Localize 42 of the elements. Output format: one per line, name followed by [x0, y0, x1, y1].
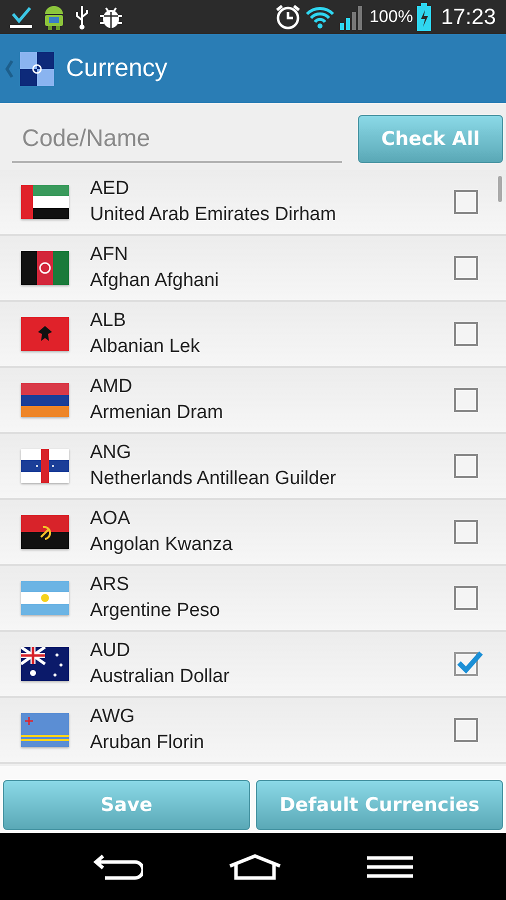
flag-icon	[21, 251, 69, 285]
flag-icon	[21, 581, 69, 615]
currency-name: Angolan Kwanza	[90, 534, 234, 556]
currency-name: Netherlands Antillean Guilder	[90, 468, 338, 490]
menu-icon[interactable]	[367, 856, 414, 878]
currency-exchange-icon	[20, 52, 54, 86]
alarm-clock-icon	[275, 4, 302, 30]
currency-code: AED	[90, 178, 130, 200]
currency-code: ARS	[90, 574, 130, 596]
currency-name: United Arab Emirates Dirham	[90, 204, 338, 226]
flag-icon	[21, 383, 69, 417]
currency-name: Aruban Florin	[90, 732, 206, 754]
currency-code: AWG	[90, 706, 136, 728]
currency-name: Afghan Afghani	[90, 270, 220, 292]
clock-time: 17:23	[440, 4, 496, 30]
back-icon[interactable]	[92, 854, 143, 880]
flag-icon	[21, 317, 69, 351]
usb-icon	[74, 4, 90, 30]
flag-icon	[21, 515, 69, 549]
home-icon[interactable]	[228, 854, 282, 880]
battery-percentage: 100%	[369, 7, 413, 27]
currency-name: Australian Dollar	[90, 666, 230, 688]
currency-code: ANG	[90, 442, 132, 464]
flag-icon	[21, 713, 69, 747]
currency-name: Albanian Lek	[90, 336, 201, 358]
currency-code: AFN	[90, 244, 129, 266]
back-caret-icon[interactable]	[4, 58, 14, 78]
download-done-icon	[8, 4, 34, 30]
search-field[interactable]: Code/Name	[12, 110, 342, 162]
flag-icon	[21, 449, 69, 483]
currency-code: ALB	[90, 310, 127, 332]
wifi-icon	[305, 5, 336, 29]
currency-name: Armenian Dram	[90, 402, 224, 424]
currency-code: AUD	[90, 640, 132, 662]
battery-charging-icon	[416, 3, 431, 31]
currency-name: Argentine Peso	[90, 600, 221, 622]
flag-icon	[21, 185, 69, 219]
currency-code: AOA	[90, 508, 132, 530]
flag-icon	[21, 647, 69, 681]
android-icon	[42, 3, 66, 31]
currency-code: AMD	[90, 376, 134, 398]
screen-title: Currency	[66, 54, 168, 83]
